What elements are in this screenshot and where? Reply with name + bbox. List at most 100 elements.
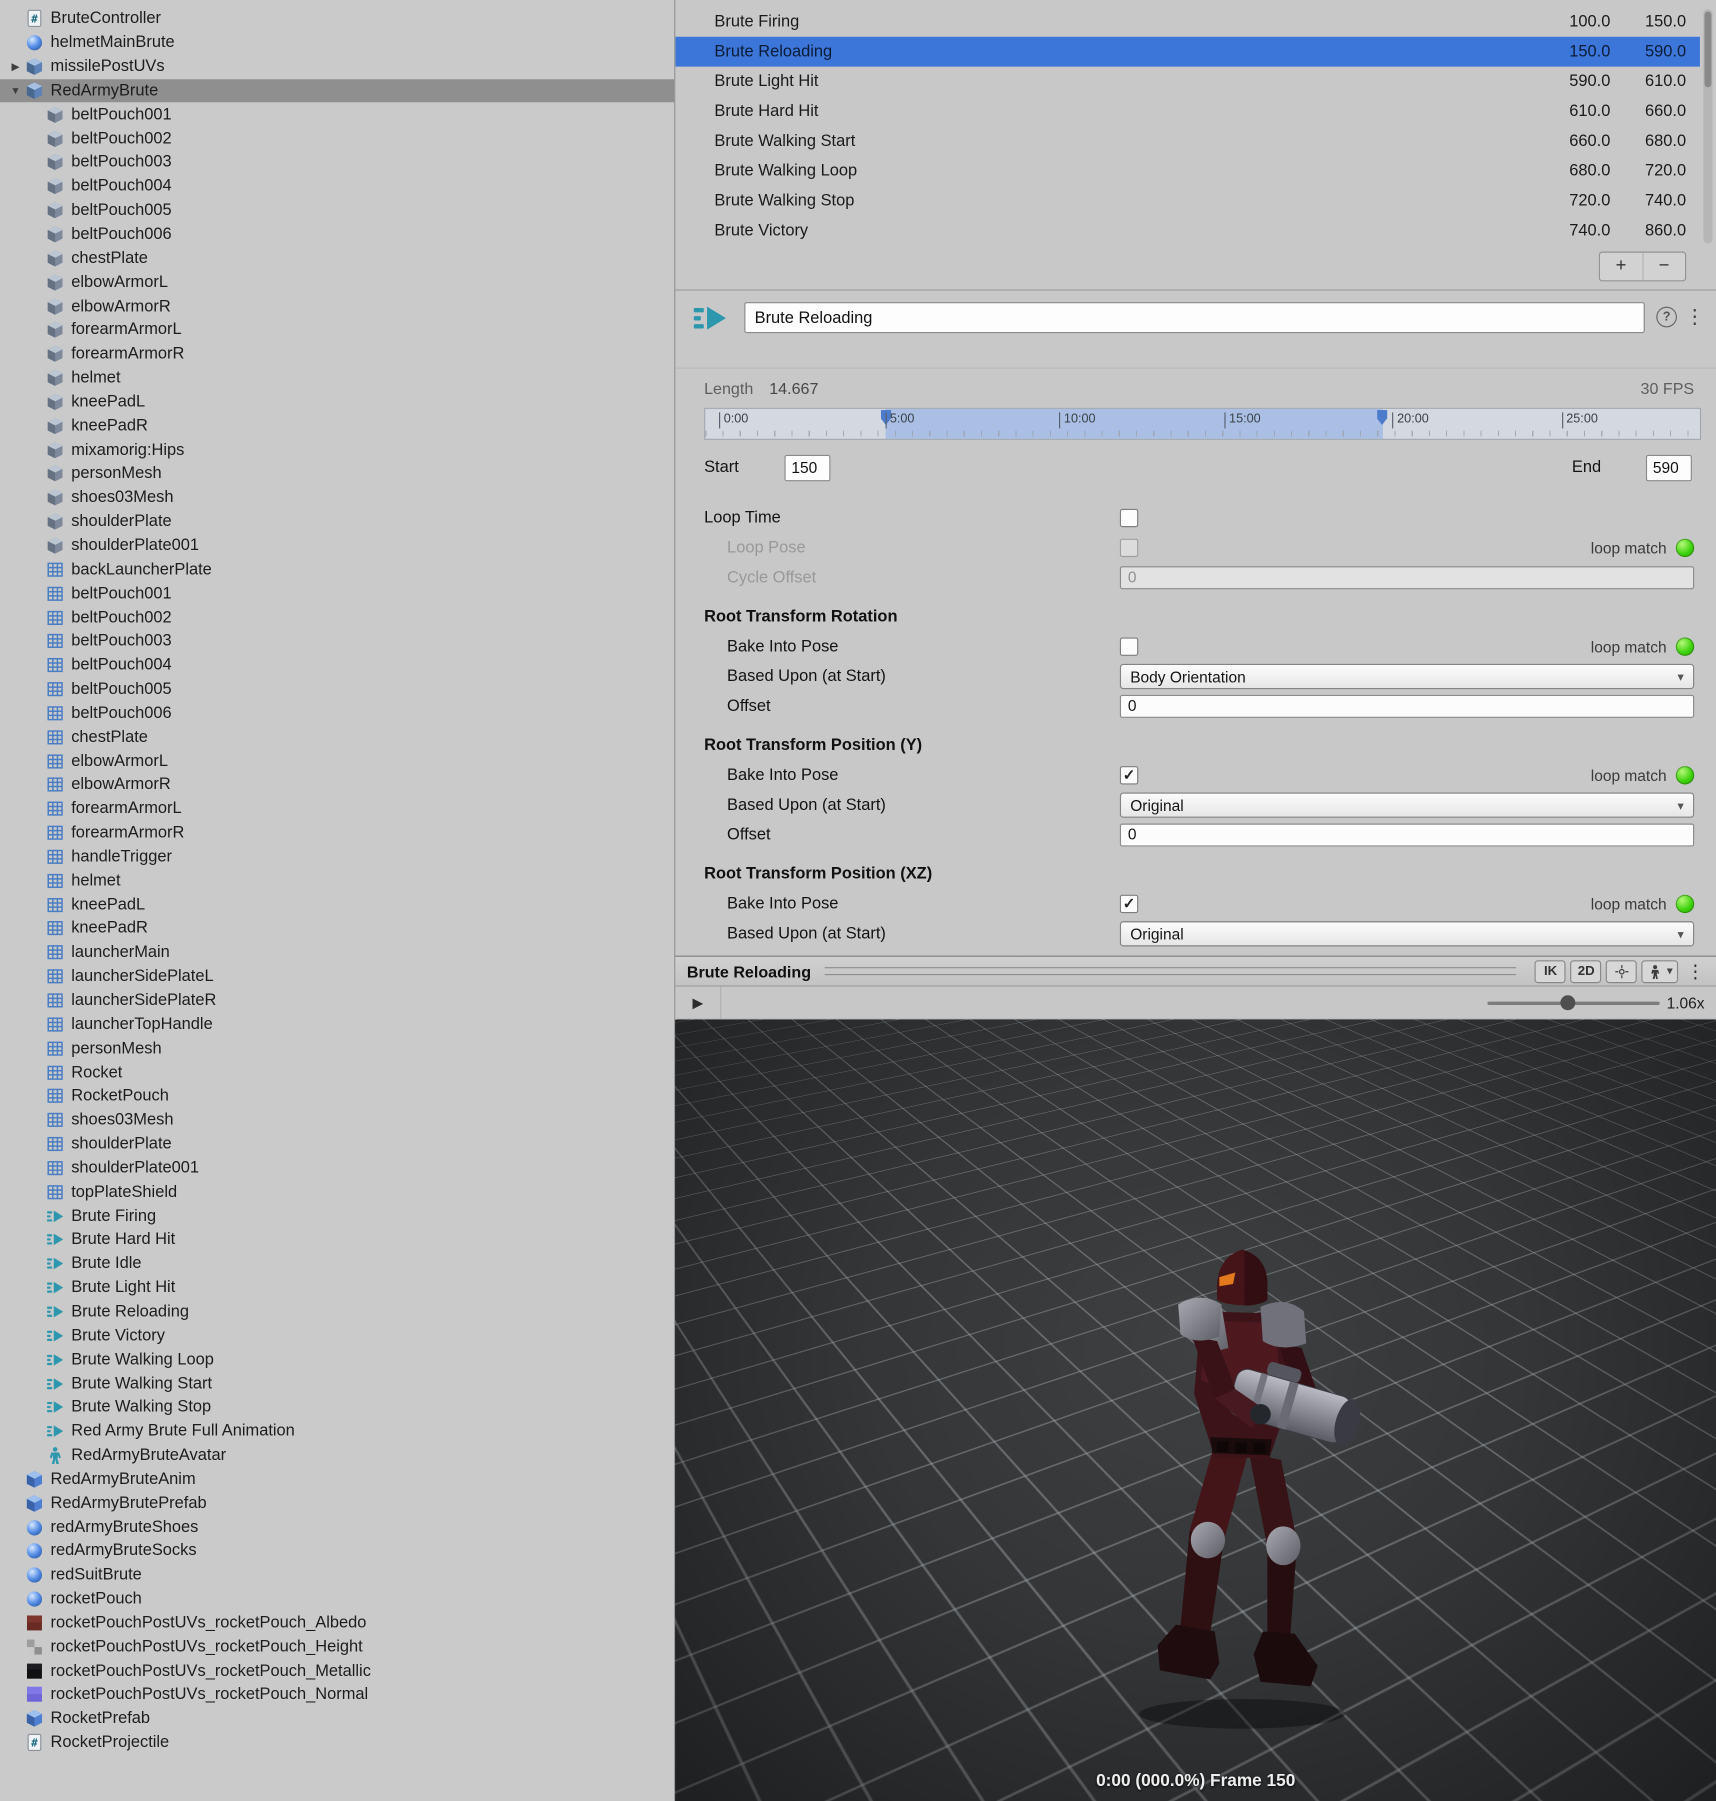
hierarchy-item[interactable]: Brute Walking Loop [0, 1348, 674, 1372]
preview-viewport[interactable]: 0:00 (000.0%) Frame 150 [675, 1020, 1716, 1801]
clip-row[interactable]: Brute Victory740.0860.0 [675, 216, 1700, 246]
hierarchy-item[interactable]: beltPouch006 [0, 701, 674, 725]
hierarchy-item[interactable]: beltPouch001 [0, 581, 674, 605]
clip-name-input[interactable] [744, 302, 1644, 333]
hierarchy-item[interactable]: beltPouch001 [0, 103, 674, 127]
posy-bake-checkbox[interactable] [1120, 766, 1138, 784]
hierarchy-item[interactable]: Brute Firing [0, 1204, 674, 1228]
hierarchy-item[interactable]: RocketPouch [0, 1084, 674, 1108]
hierarchy-item[interactable]: forearmArmorL [0, 318, 674, 342]
clip-row[interactable]: Brute Reloading150.0590.0 [675, 37, 1700, 67]
hierarchy-item[interactable]: shoulderPlate001 [0, 1156, 674, 1180]
hierarchy-item[interactable]: forearmArmorR [0, 342, 674, 366]
posxz-based-dropdown[interactable]: Original [1120, 921, 1694, 946]
hierarchy-item[interactable]: rocketPouchPostUVs_rocketPouch_Normal [0, 1683, 674, 1707]
clip-row[interactable]: Brute Walking Loop680.0720.0 [675, 156, 1700, 186]
rotation-bake-checkbox[interactable] [1120, 637, 1138, 655]
hierarchy-item[interactable]: forearmArmorR [0, 821, 674, 845]
hierarchy-item[interactable]: RocketPrefab [0, 1707, 674, 1731]
hierarchy-item[interactable]: rocketPouchPostUVs_rocketPouch_Height [0, 1635, 674, 1659]
hierarchy-item[interactable]: helmet [0, 366, 674, 390]
add-clip-button[interactable]: + [1600, 253, 1643, 281]
hierarchy-item[interactable]: kneePadL [0, 390, 674, 414]
hierarchy-item[interactable]: redSuitBrute [0, 1563, 674, 1587]
play-button[interactable]: ▶ [675, 987, 721, 1019]
hierarchy-item[interactable]: shoes03Mesh [0, 1108, 674, 1132]
hierarchy-item[interactable]: Brute Reloading [0, 1300, 674, 1324]
clip-row[interactable]: Brute Firing100.0150.0 [675, 7, 1700, 37]
hierarchy-item[interactable]: elbowArmorL [0, 749, 674, 773]
hierarchy-item[interactable]: backLauncherPlate [0, 558, 674, 582]
hierarchy-item[interactable]: Brute Walking Stop [0, 1395, 674, 1419]
clip-row[interactable]: Brute Light Hit590.0610.0 [675, 67, 1700, 97]
clip-row[interactable]: Brute Walking Start660.0680.0 [675, 126, 1700, 156]
hierarchy-item[interactable]: kneePadR [0, 917, 674, 941]
hierarchy-item[interactable]: RedArmyBruteAvatar [0, 1443, 674, 1467]
hierarchy-item[interactable]: elbowArmorR [0, 294, 674, 318]
hierarchy-item[interactable]: chestPlate [0, 246, 674, 270]
hierarchy-item[interactable]: launcherTopHandle [0, 1012, 674, 1036]
hierarchy-item[interactable]: launcherSidePlateL [0, 965, 674, 989]
scrollbar-thumb[interactable] [1705, 11, 1712, 87]
hierarchy-item[interactable]: rocketPouch [0, 1587, 674, 1611]
hierarchy-item[interactable]: elbowArmorL [0, 270, 674, 294]
start-frame-input[interactable] [784, 455, 830, 481]
hierarchy-item[interactable]: redArmyBruteShoes [0, 1515, 674, 1539]
2d-toggle-button[interactable]: 2D [1571, 960, 1602, 983]
hierarchy-item[interactable]: RedArmyBruteAnim [0, 1467, 674, 1491]
hierarchy-item[interactable]: RedArmyBrutePrefab [0, 1491, 674, 1515]
preview-menu-icon[interactable]: ⋮ [1686, 960, 1704, 983]
context-menu-icon[interactable]: ⋮ [1685, 306, 1705, 329]
hierarchy-item[interactable]: launcherSidePlateR [0, 988, 674, 1012]
hierarchy-item[interactable]: beltPouch003 [0, 151, 674, 175]
hierarchy-item[interactable]: beltPouch003 [0, 629, 674, 653]
speed-slider[interactable] [1487, 987, 1659, 1019]
expand-arrow-icon[interactable]: ▶ [6, 60, 26, 73]
hierarchy-item[interactable]: ▶missilePostUVs [0, 55, 674, 79]
hierarchy-item[interactable]: handleTrigger [0, 845, 674, 869]
hierarchy-item[interactable]: beltPouch002 [0, 127, 674, 151]
rotation-offset-field[interactable]: 0 [1120, 695, 1694, 718]
hierarchy-item[interactable]: Brute Light Hit [0, 1276, 674, 1300]
clip-list-scrollbar[interactable] [1703, 9, 1712, 243]
hierarchy-item[interactable]: mixamorig:Hips [0, 438, 674, 462]
hierarchy-item[interactable]: beltPouch004 [0, 174, 674, 198]
rotation-based-dropdown[interactable]: Body Orientation [1120, 664, 1694, 689]
loop-time-checkbox[interactable] [1120, 509, 1138, 527]
hierarchy-item[interactable]: helmetMainBrute [0, 31, 674, 55]
hierarchy-item[interactable]: kneePadL [0, 893, 674, 917]
hierarchy-item[interactable]: ▼RedArmyBrute [0, 79, 674, 103]
ik-toggle-button[interactable]: IK [1535, 960, 1566, 983]
hierarchy-item[interactable]: beltPouch002 [0, 605, 674, 629]
posy-based-dropdown[interactable]: Original [1120, 793, 1694, 818]
hierarchy-item[interactable]: rocketPouchPostUVs_rocketPouch_Albedo [0, 1611, 674, 1635]
hierarchy-item[interactable]: shoulderPlate [0, 510, 674, 534]
remove-clip-button[interactable]: − [1643, 253, 1685, 281]
hierarchy-item[interactable]: redArmyBruteSocks [0, 1539, 674, 1563]
hierarchy-item[interactable]: shoes03Mesh [0, 486, 674, 510]
avatar-selector-icon[interactable] [1642, 960, 1678, 983]
hierarchy-item[interactable]: rocketPouchPostUVs_rocketPouch_Metallic [0, 1659, 674, 1683]
hierarchy-item[interactable]: beltPouch006 [0, 222, 674, 246]
hierarchy-item[interactable]: Brute Hard Hit [0, 1228, 674, 1252]
slider-knob[interactable] [1561, 995, 1576, 1010]
collapse-arrow-icon[interactable]: ▼ [6, 85, 26, 96]
hierarchy-item[interactable]: beltPouch004 [0, 653, 674, 677]
posy-offset-field[interactable]: 0 [1120, 824, 1694, 847]
clip-row[interactable]: Brute Walking Stop720.0740.0 [675, 186, 1700, 216]
timeline-scrubber[interactable] [721, 987, 1487, 1019]
hierarchy-item[interactable]: Brute Victory [0, 1324, 674, 1348]
hierarchy-item[interactable]: #BruteController [0, 7, 674, 31]
end-frame-input[interactable] [1646, 455, 1692, 481]
hierarchy-item[interactable]: Brute Idle [0, 1252, 674, 1276]
hierarchy-item[interactable]: Red Army Brute Full Animation [0, 1419, 674, 1443]
hierarchy-item[interactable]: shoulderPlate [0, 1132, 674, 1156]
hierarchy-item[interactable]: helmet [0, 869, 674, 893]
hierarchy-item[interactable]: Rocket [0, 1060, 674, 1084]
timeline-ruler[interactable]: 0:005:0010:0015:0020:0025:00 [704, 408, 1701, 440]
drag-handle[interactable] [825, 967, 1517, 975]
hierarchy-item[interactable]: forearmArmorL [0, 797, 674, 821]
hierarchy-item[interactable]: topPlateShield [0, 1180, 674, 1204]
preview-header[interactable]: Brute Reloading IK 2D ⋮ [675, 956, 1716, 987]
hierarchy-item[interactable]: personMesh [0, 462, 674, 486]
